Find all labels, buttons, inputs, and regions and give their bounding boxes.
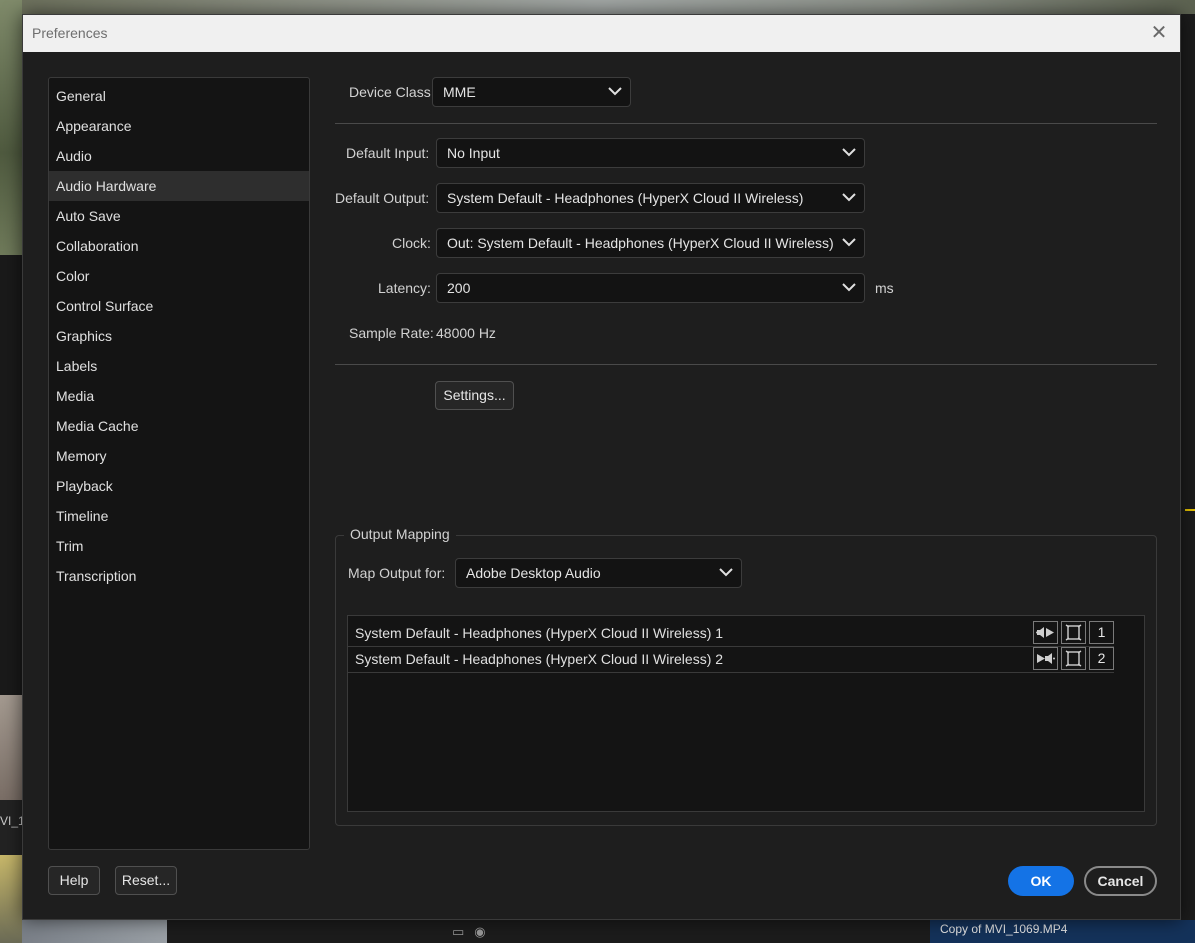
preferences-dialog: Preferences ✕ General Appearance Audio Audi… <box>22 14 1181 920</box>
mapping-row[interactable]: System Default - Headphones (HyperX Clou… <box>348 621 1114 647</box>
sidebar-item-timeline[interactable]: Timeline <box>49 501 309 531</box>
sidebar-item-control-surface[interactable]: Control Surface <box>49 291 309 321</box>
sidebar-item-appearance[interactable]: Appearance <box>49 111 309 141</box>
help-button[interactable]: Help <box>48 866 100 895</box>
chevron-down-icon <box>842 193 856 202</box>
clock-value: Out: System Default - Headphones (HyperX… <box>447 235 834 251</box>
default-output-select[interactable]: System Default - Headphones (HyperX Clou… <box>436 183 865 213</box>
background-thumbnail <box>0 695 22 800</box>
sample-rate-label: Sample Rate: <box>349 325 434 341</box>
output-mapping-list: System Default - Headphones (HyperX Clou… <box>347 615 1145 812</box>
sidebar-item-playback[interactable]: Playback <box>49 471 309 501</box>
sidebar-item-transcription[interactable]: Transcription <box>49 561 309 591</box>
eye-icon: ◉ <box>474 924 496 939</box>
ok-button[interactable]: OK <box>1008 866 1074 896</box>
map-output-for-label: Map Output for: <box>348 565 446 581</box>
channel-mapping-icon[interactable] <box>1061 647 1086 670</box>
camera-icon: ▭ <box>452 924 475 939</box>
sidebar-item-audio[interactable]: Audio <box>49 141 309 171</box>
speaker-left-icon[interactable] <box>1033 621 1058 644</box>
clip-name-label: Copy of MVI_1069.MP4 <box>940 922 1068 936</box>
device-class-select[interactable]: MME <box>432 77 631 107</box>
output-mapping-title: Output Mapping <box>344 526 456 542</box>
sample-rate-value: 48000 Hz <box>436 325 496 341</box>
sidebar-item-general[interactable]: General <box>49 81 309 111</box>
background-panel <box>0 255 22 695</box>
chevron-down-icon <box>842 238 856 247</box>
sidebar-item-color[interactable]: Color <box>49 261 309 291</box>
latency-unit: ms <box>875 280 894 296</box>
sidebar-item-memory[interactable]: Memory <box>49 441 309 471</box>
sidebar-item-media[interactable]: Media <box>49 381 309 411</box>
background-clip-label: VI_1( <box>0 814 22 828</box>
channel-number-2[interactable]: 2 <box>1089 647 1114 670</box>
sidebar-item-labels[interactable]: Labels <box>49 351 309 381</box>
sidebar-item-auto-save[interactable]: Auto Save <box>49 201 309 231</box>
sidebar-item-collaboration[interactable]: Collaboration <box>49 231 309 261</box>
background-video-frame <box>0 0 1195 14</box>
background-thumbnail <box>0 0 22 255</box>
default-output-label: Default Output: <box>335 190 430 206</box>
playhead-marker <box>1185 509 1195 511</box>
chevron-down-icon <box>842 148 856 157</box>
close-icon[interactable]: ✕ <box>1150 23 1168 43</box>
clock-select[interactable]: Out: System Default - Headphones (HyperX… <box>436 228 865 258</box>
background-toolbar-icons: ▭◉ <box>452 924 496 940</box>
map-output-for-value: Adobe Desktop Audio <box>466 565 601 581</box>
clock-label: Clock: <box>392 235 431 251</box>
sidebar-item-graphics[interactable]: Graphics <box>49 321 309 351</box>
default-input-value: No Input <box>447 145 500 161</box>
background-panel <box>1181 14 1195 920</box>
latency-select[interactable]: 200 <box>436 273 865 303</box>
channel-mapping-icon[interactable] <box>1061 621 1086 644</box>
background-thumbnail <box>22 920 167 943</box>
speaker-right-icon[interactable] <box>1033 647 1058 670</box>
mapping-row[interactable]: System Default - Headphones (HyperX Clou… <box>348 647 1114 673</box>
cancel-button[interactable]: Cancel <box>1084 866 1157 896</box>
chevron-down-icon <box>719 568 733 577</box>
chevron-down-icon <box>608 87 622 96</box>
dialog-title: Preferences <box>32 25 108 41</box>
latency-label: Latency: <box>378 280 431 296</box>
default-output-value: System Default - Headphones (HyperX Clou… <box>447 190 804 206</box>
default-input-label: Default Input: <box>346 145 430 161</box>
mapping-row-label: System Default - Headphones (HyperX Clou… <box>355 651 724 667</box>
default-input-select[interactable]: No Input <box>436 138 865 168</box>
latency-value: 200 <box>447 280 471 296</box>
channel-number-1[interactable]: 1 <box>1089 621 1114 644</box>
sidebar-item-audio-hardware[interactable]: Audio Hardware <box>49 171 309 201</box>
device-class-value: MME <box>443 84 476 100</box>
divider <box>335 123 1157 124</box>
preferences-sidebar: General Appearance Audio Audio Hardware Auto… <box>48 77 310 850</box>
sidebar-item-trim[interactable]: Trim <box>49 531 309 561</box>
chevron-down-icon <box>842 283 856 292</box>
mapping-row-label: System Default - Headphones (HyperX Clou… <box>355 625 724 641</box>
background-thumbnail <box>0 855 22 943</box>
device-class-label: Device Class: <box>349 84 435 100</box>
map-output-for-select[interactable]: Adobe Desktop Audio <box>455 558 742 588</box>
settings-button[interactable]: Settings... <box>435 381 514 410</box>
reset-button[interactable]: Reset... <box>115 866 177 895</box>
title-bar: Preferences ✕ <box>23 15 1180 52</box>
sidebar-item-media-cache[interactable]: Media Cache <box>49 411 309 441</box>
divider <box>335 364 1157 365</box>
